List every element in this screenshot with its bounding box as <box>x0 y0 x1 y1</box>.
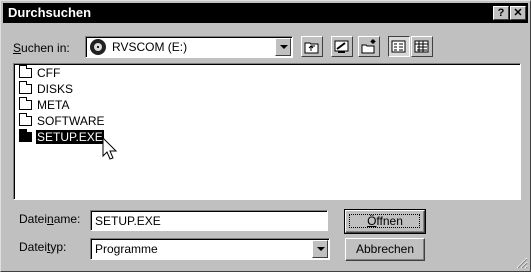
resize-grip-icon[interactable] <box>516 257 528 269</box>
look-in-label: Suchen in: <box>13 41 70 55</box>
list-view-button[interactable] <box>388 36 410 57</box>
chevron-down-icon[interactable] <box>275 38 291 56</box>
folder-icon <box>19 65 32 78</box>
focus-rect <box>349 214 420 228</box>
file-type-label: Dateityp: <box>19 240 67 254</box>
mouse-pointer-icon <box>102 137 118 160</box>
folder-icon <box>19 81 32 94</box>
list-view-icon <box>391 40 406 53</box>
file-list[interactable]: CFF DISKS META SOFTWARE SETUP.EXE <box>13 63 521 200</box>
up-folder-icon <box>304 42 319 54</box>
details-view-icon <box>414 40 429 53</box>
window-title: Durchsuchen <box>8 5 92 20</box>
new-folder-button[interactable] <box>358 36 380 57</box>
file-icon <box>19 129 32 142</box>
file-name-input[interactable] <box>90 210 328 231</box>
new-folder-icon <box>361 39 376 54</box>
browse-dialog: Durchsuchen ? ✕ Suchen in: RVSCOM (E:) C… <box>0 0 531 272</box>
open-button[interactable]: Öffnen <box>344 209 426 234</box>
folder-icon <box>19 113 32 126</box>
file-name: META <box>37 98 70 112</box>
file-name: CFF <box>37 66 61 80</box>
file-type-value: Programme <box>95 242 158 256</box>
folder-icon <box>19 97 32 110</box>
help-button[interactable]: ? <box>493 6 509 20</box>
file-name: DISKS <box>37 82 74 96</box>
cd-drive-icon <box>90 39 106 55</box>
up-one-level-button[interactable] <box>301 36 323 57</box>
cancel-button[interactable]: Abbrechen <box>345 238 425 261</box>
file-type-dropdown[interactable]: Programme <box>90 238 330 260</box>
file-name: SOFTWARE <box>37 114 105 128</box>
chevron-down-icon[interactable] <box>312 240 328 258</box>
details-view-button[interactable] <box>411 36 433 57</box>
file-name: SETUP.EXE <box>36 130 104 144</box>
look-in-value: RVSCOM (E:) <box>112 40 188 54</box>
title-bar[interactable]: Durchsuchen ? ✕ <box>3 3 528 23</box>
desktop-icon <box>334 40 349 53</box>
look-in-dropdown[interactable]: RVSCOM (E:) <box>85 36 293 58</box>
file-name-label: Dateiname: <box>19 212 81 226</box>
close-button[interactable]: ✕ <box>510 6 526 20</box>
desktop-button[interactable] <box>331 36 353 57</box>
